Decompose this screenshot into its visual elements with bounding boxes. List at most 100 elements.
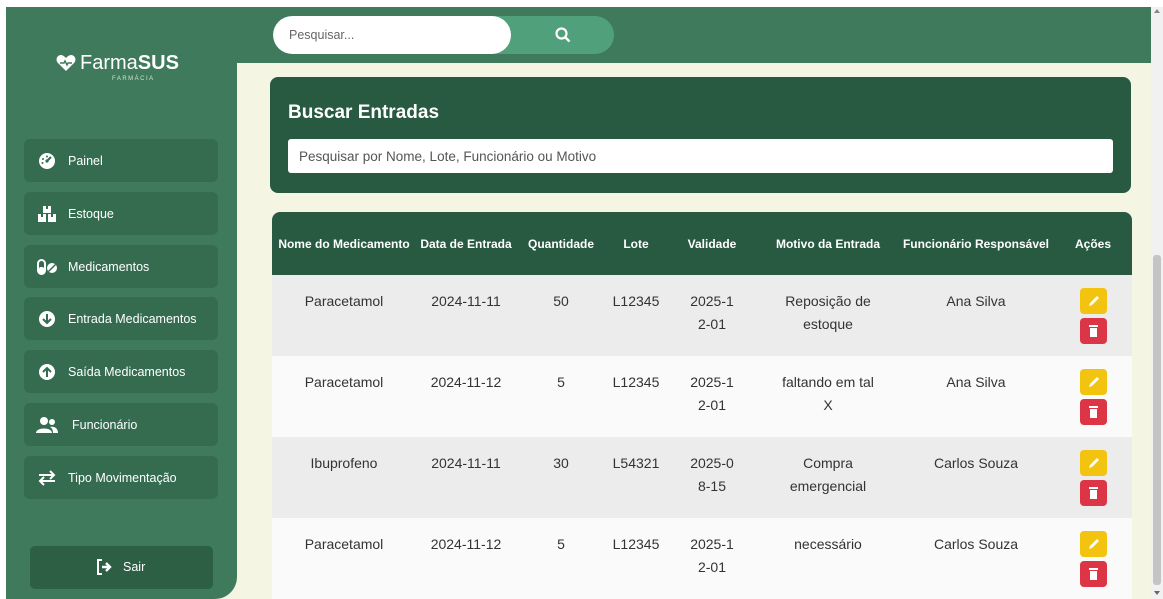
sidebar-item-label: Saída Medicamentos: [68, 364, 186, 379]
pills-icon: [36, 257, 58, 277]
heart-icon: [56, 55, 76, 71]
cell-quantity: 5: [557, 374, 565, 390]
column-header: Nome do Medicamento: [278, 236, 410, 251]
logout-button[interactable]: Sair: [30, 546, 213, 589]
table-row: Paracetamol 2024-11-11 50 L12345 2025-12-01 R…: [272, 275, 1132, 356]
column-header: Quantidade: [527, 236, 594, 251]
cell-quantity: 50: [553, 293, 569, 309]
cell-entry-date: 2024-11-12: [430, 374, 502, 390]
app-window: FarmaSUS FARMÁCIA Painel Estoque Medicam…: [6, 7, 1151, 599]
cell-entry-date: 2024-11-11: [431, 293, 501, 309]
cell-expiry: 2025-12-01: [690, 374, 734, 413]
search-panel: Buscar Entradas: [270, 77, 1131, 193]
page-scrollbar[interactable]: [1151, 7, 1163, 599]
cell-batch: L54321: [612, 455, 660, 471]
table-row: Paracetamol 2024-11-12 5 L12345 2025-12-01 fa…: [272, 356, 1132, 437]
search-icon: [555, 27, 571, 43]
trash-icon: [1088, 325, 1098, 337]
cell-entry-reason: Reposição de estoque: [785, 293, 871, 332]
cell-expiry: 2025-08-15: [690, 455, 734, 494]
sign-out-icon: [97, 559, 112, 575]
cell-expiry: 2025-12-01: [690, 536, 734, 575]
trash-icon: [1088, 406, 1098, 418]
pencil-icon: [1088, 458, 1099, 468]
entries-search-input[interactable]: [288, 139, 1113, 173]
sidebar-item-label: Medicamentos: [68, 259, 150, 274]
cell-employee: Ana Silva: [946, 293, 1006, 309]
trash-icon: [1088, 568, 1098, 580]
cell-employee: Carlos Souza: [933, 455, 1019, 471]
brand-subtitle: FARMÁCIA: [112, 76, 155, 82]
delete-button[interactable]: [1079, 480, 1107, 506]
column-header: Lote: [623, 236, 649, 251]
cell-entry-reason: faltando em tal X: [782, 374, 874, 413]
global-search: [273, 16, 614, 54]
boxes-icon: [36, 204, 58, 224]
cell-employee: Ana Silva: [946, 374, 1006, 390]
cell-batch: L12345: [612, 536, 660, 552]
arrow-up-circle-icon: [36, 362, 58, 382]
column-header: Validade: [687, 236, 737, 251]
pencil-icon: [1088, 377, 1099, 387]
arrow-down-circle-icon: [36, 309, 58, 329]
cell-medication-name: Paracetamol: [304, 293, 384, 309]
sidebar-item-medicamentos[interactable]: Medicamentos: [24, 245, 218, 288]
top-bar: [237, 7, 1151, 63]
edit-button[interactable]: [1079, 531, 1107, 557]
column-header: Motivo da Entrada: [775, 236, 880, 251]
scroll-down-icon[interactable]: [1154, 591, 1160, 595]
sidebar-item-tipo-movimentacao[interactable]: Tipo Movimentação: [24, 456, 218, 499]
cell-medication-name: Paracetamol: [304, 374, 384, 390]
cell-entry-reason: necessário: [794, 536, 862, 552]
sidebar-item-label: Funcionário: [72, 417, 138, 432]
entries-table: Nome do Medicamento Data de Entrada Quan…: [272, 212, 1132, 599]
cell-batch: L12345: [612, 293, 660, 309]
dashboard-icon: [36, 151, 58, 171]
search-button[interactable]: [511, 16, 614, 54]
sidebar-item-painel[interactable]: Painel: [24, 139, 218, 182]
trash-icon: [1088, 487, 1098, 499]
sidebar-item-label: Entrada Medicamentos: [68, 311, 197, 326]
column-header: Data de Entrada: [420, 236, 512, 251]
scroll-up-icon[interactable]: [1154, 9, 1160, 13]
cell-entry-date: 2024-11-11: [431, 455, 501, 471]
page-title: Buscar Entradas: [288, 102, 440, 123]
brand-name: FarmaSUS: [80, 52, 179, 74]
edit-button[interactable]: [1079, 288, 1107, 314]
table-row: Ibuprofeno 2024-11-11 30 L54321 2025-08-15 Co…: [272, 437, 1132, 518]
table-row: Paracetamol 2024-11-12 5 L12345 2025-12-01 ne…: [272, 518, 1132, 599]
sidebar-item-funcionario[interactable]: Funcionário: [24, 403, 218, 446]
sidebar-item-entrada-medicamentos[interactable]: Entrada Medicamentos: [24, 297, 218, 340]
table-header-row: Nome do Medicamento Data de Entrada Quan…: [272, 212, 1132, 275]
cell-quantity: 5: [557, 536, 565, 552]
cell-actions: [1054, 437, 1132, 518]
delete-button[interactable]: [1079, 318, 1107, 344]
cell-medication-name: Ibuprofeno: [310, 455, 378, 471]
sidebar-item-saida-medicamentos[interactable]: Saída Medicamentos: [24, 350, 218, 393]
pencil-icon: [1088, 539, 1099, 549]
edit-button[interactable]: [1079, 450, 1107, 476]
column-header: Ações: [1074, 236, 1112, 251]
edit-button[interactable]: [1079, 369, 1107, 395]
delete-button[interactable]: [1079, 561, 1107, 587]
sidebar-item-label: Estoque: [68, 206, 114, 221]
cell-entry-reason: Compra emergencial: [789, 455, 867, 494]
cell-expiry: 2025-12-01: [690, 293, 734, 332]
exchange-icon: [36, 468, 58, 488]
search-input[interactable]: [273, 16, 511, 54]
sidebar: FarmaSUS FARMÁCIA Painel Estoque Medicam…: [6, 7, 237, 599]
logout-label: Sair: [123, 560, 146, 574]
cell-actions: [1054, 356, 1132, 437]
cell-quantity: 30: [553, 455, 569, 471]
sidebar-item-estoque[interactable]: Estoque: [24, 192, 218, 235]
pencil-icon: [1088, 296, 1099, 306]
scroll-thumb[interactable]: [1153, 255, 1161, 585]
cell-actions: [1054, 518, 1132, 599]
delete-button[interactable]: [1079, 399, 1107, 425]
cell-actions: [1054, 275, 1132, 356]
cell-medication-name: Paracetamol: [304, 536, 384, 552]
column-header: Funcionário Responsável: [902, 236, 1050, 251]
sidebar-item-label: Tipo Movimentação: [68, 470, 177, 485]
cell-batch: L12345: [612, 374, 660, 390]
sidebar-item-label: Painel: [68, 153, 103, 168]
